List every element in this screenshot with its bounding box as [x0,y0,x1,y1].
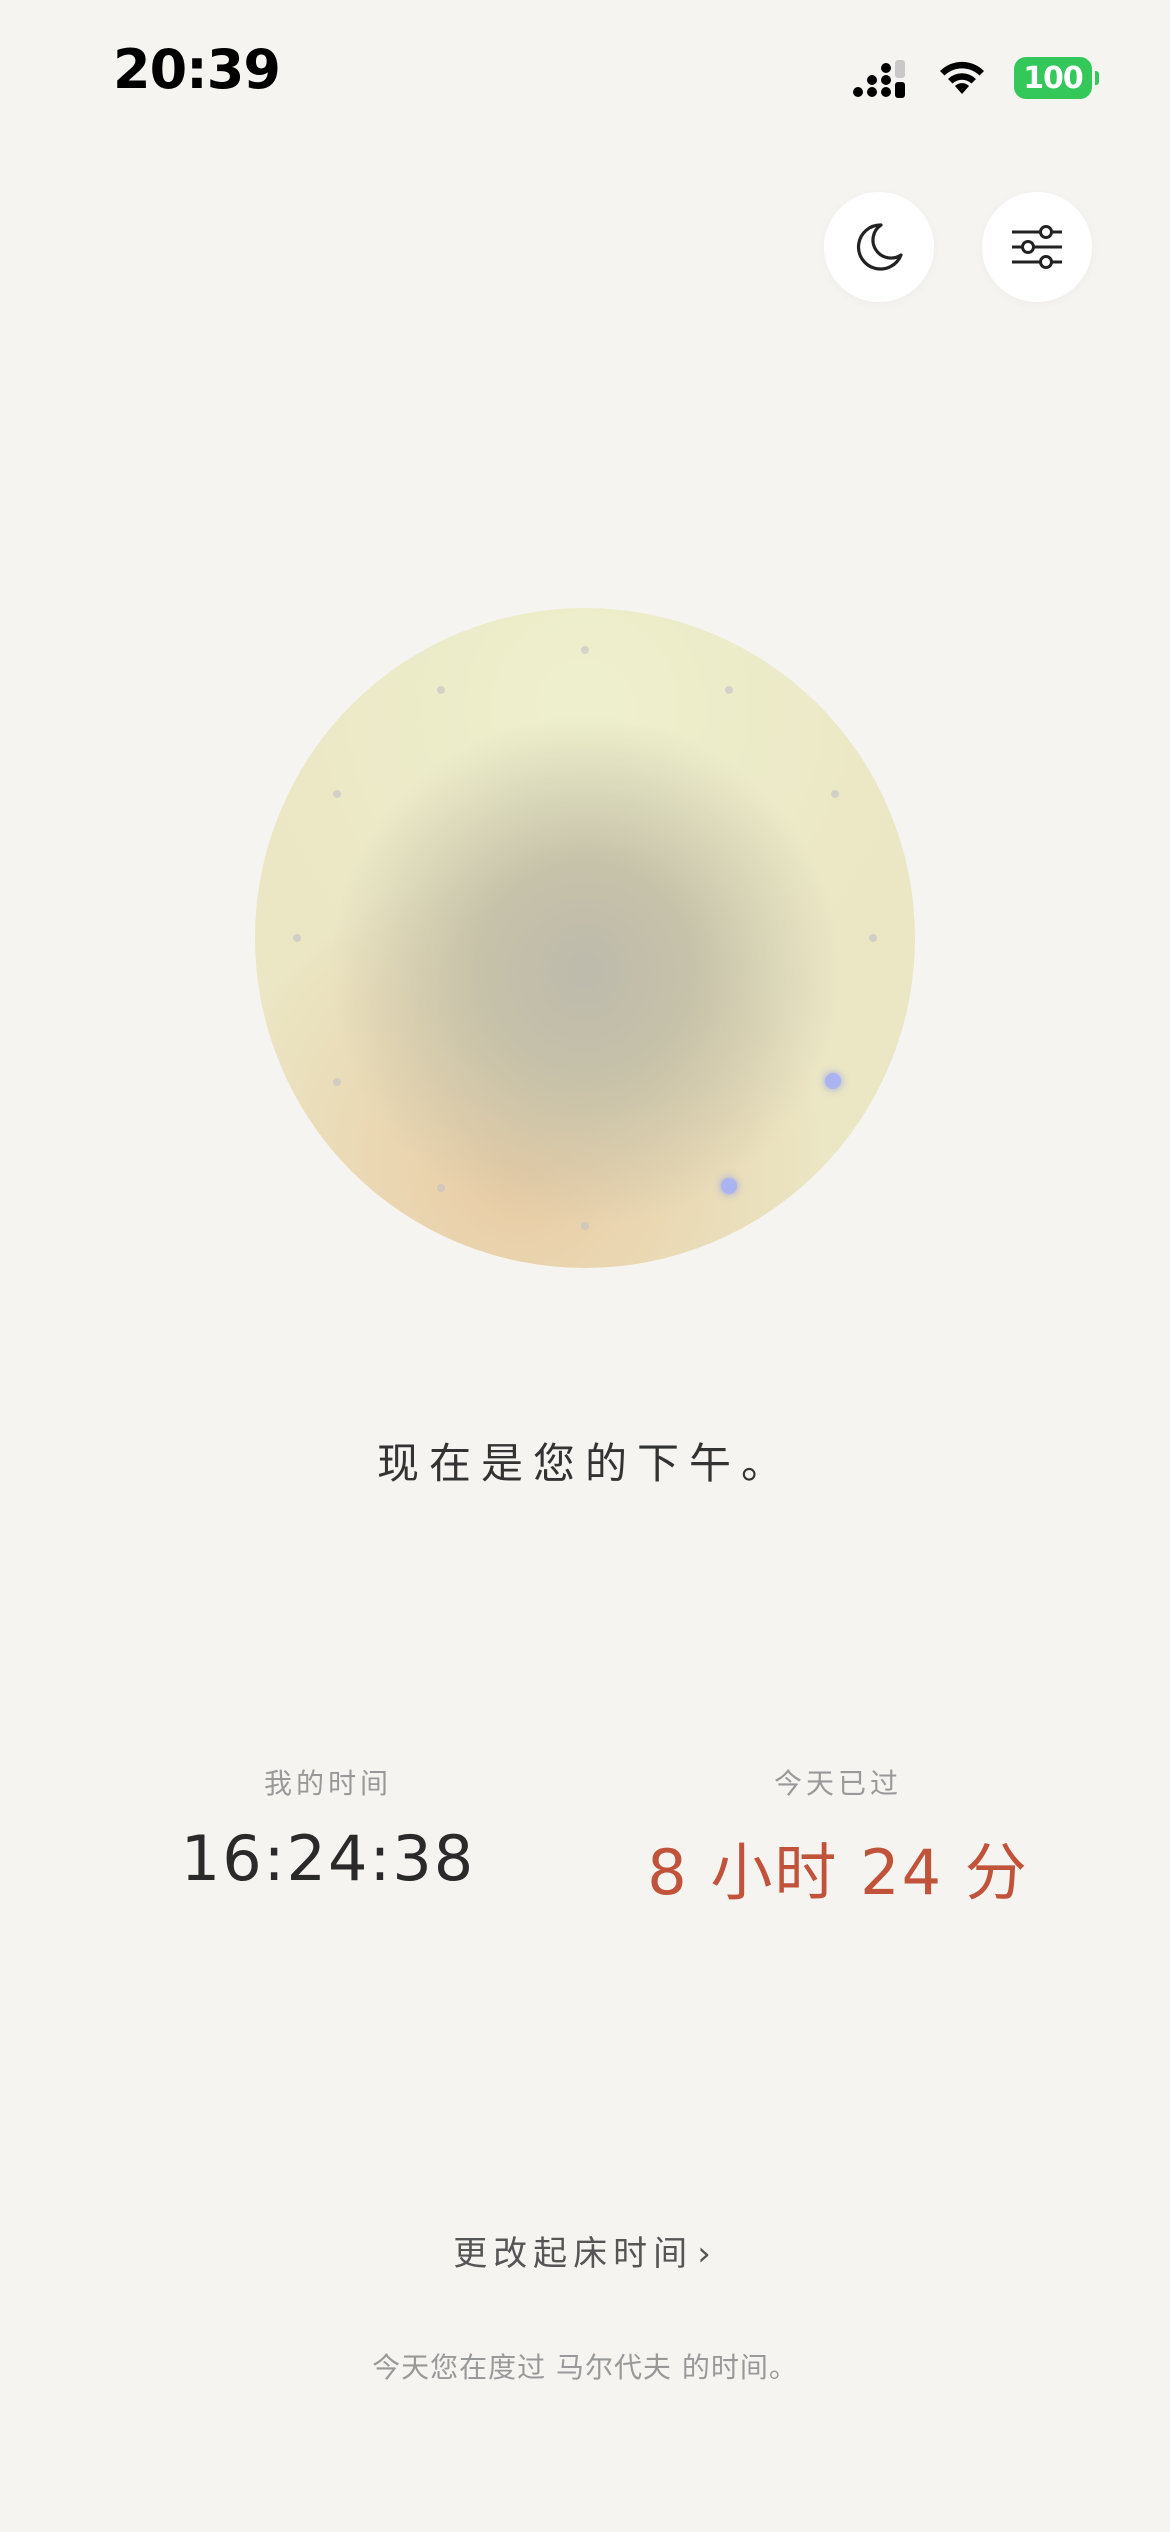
hour-marker [831,790,839,798]
my-time-label: 我的时间 [263,1767,392,1800]
location-note: 今天您在度过 马尔代夫 的时间。 [372,2351,798,2384]
hour-marker [293,934,301,942]
elapsed-label: 今天已过 [773,1767,902,1800]
day-progress-orb [255,608,915,1268]
hour-marker [437,686,445,694]
night-mode-button[interactable] [824,192,934,302]
chevron-right-icon: › [697,2234,717,2274]
hour-marker-active [825,1073,841,1089]
app-screen: 20:39 100 现在是您的下午。 我的时间 16:24:38 今天已过 8 … [0,0,1170,2532]
change-wake-time-link[interactable]: 更改起床时间 › [0,2226,1170,2275]
hour-marker [581,646,589,654]
hour-marker [725,686,733,694]
hour-marker [333,790,341,798]
elapsed-stat: 今天已过 8 小时 24 分 [588,1762,1088,1912]
hour-marker [333,1078,341,1086]
battery-cap [1095,71,1099,85]
change-wake-time-label: 更改起床时间 [453,2234,694,2274]
battery-level: 100 [1023,60,1084,96]
moon-icon [856,223,903,271]
hour-marker [581,1222,589,1230]
wifi-icon [940,61,984,94]
my-time-value: 16:24:38 [180,1822,476,1895]
hour-marker [437,1184,445,1192]
status-indicators: 100 [852,50,1099,106]
signal-icon [853,60,905,98]
status-time: 20:39 [113,38,281,101]
my-time-stat: 我的时间 16:24:38 [78,1762,578,1895]
greeting-text: 现在是您的下午。 [376,1439,793,1488]
hour-marker-active [721,1178,737,1194]
battery-icon: 100 [1014,57,1099,99]
hour-marker [869,934,877,942]
settings-button[interactable] [982,192,1092,302]
elapsed-value: 8 小时 24 分 [647,1836,1029,1909]
sliders-icon [1012,225,1062,269]
